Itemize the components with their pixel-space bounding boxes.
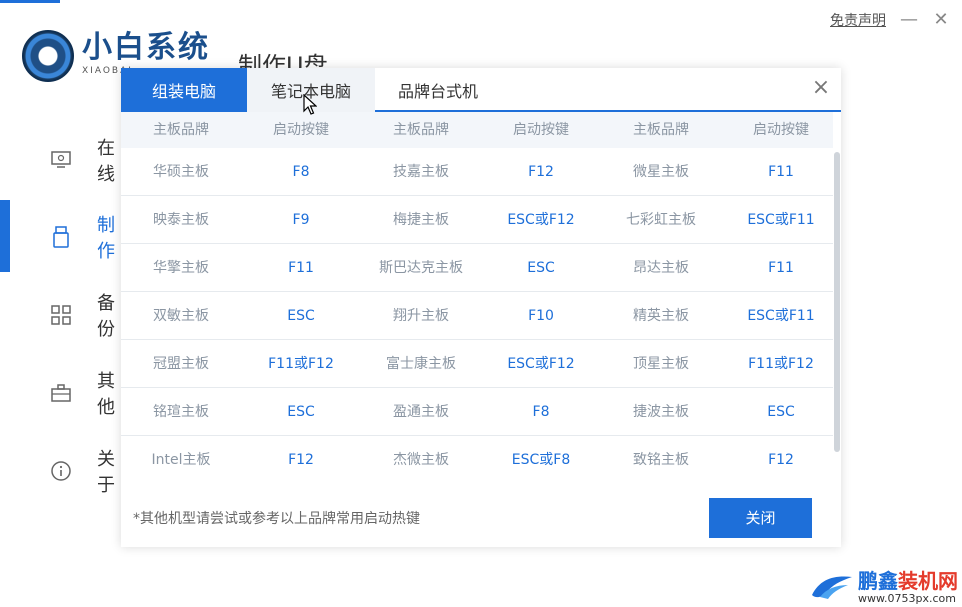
key-cell: ESC xyxy=(767,404,795,420)
brand-cell: 盈通主板 xyxy=(393,404,449,420)
top-accent-bar xyxy=(0,0,60,3)
key-cell: ESC或F11 xyxy=(747,212,815,228)
key-cell: F12 xyxy=(288,452,314,468)
brand-cell: 梅捷主板 xyxy=(393,212,449,228)
table-row: 双敏主板 ESC 翔升主板 F10 精英主板 ESC或F11 xyxy=(121,292,833,340)
brand-cell: 冠盟主板 xyxy=(153,356,209,372)
tab-assembled-pc[interactable]: 组装电脑 xyxy=(121,68,247,112)
key-cell: ESC或F12 xyxy=(507,212,575,228)
brand-cell: 七彩虹主板 xyxy=(626,212,696,228)
brand-cell: 映泰主板 xyxy=(153,212,209,228)
brand-cell: 翔升主板 xyxy=(393,308,449,324)
key-cell: F11 xyxy=(768,164,794,180)
dialog-close-icon[interactable]: × xyxy=(809,76,833,100)
minimize-icon[interactable]: — xyxy=(900,10,918,30)
info-icon xyxy=(50,460,72,482)
key-cell: F12 xyxy=(768,452,794,468)
logo-emblem-icon xyxy=(22,30,74,82)
brand-cell: 华擎主板 xyxy=(153,260,209,276)
sidebar-item-label: 关于 xyxy=(97,449,115,496)
usb-icon xyxy=(50,226,72,248)
close-button[interactable]: 关闭 xyxy=(709,498,812,538)
sidebar-item-label: 备份 xyxy=(97,293,115,340)
brand-cell: 技嘉主板 xyxy=(393,164,449,180)
brand-cell: 顶星主板 xyxy=(633,356,689,372)
sidebar-item-about[interactable]: 关于 xyxy=(0,449,120,496)
window-close-icon[interactable]: ✕ xyxy=(932,10,950,30)
brand-cell: 致铭主板 xyxy=(633,452,689,468)
key-cell: ESC或F12 xyxy=(507,356,575,372)
monitor-icon xyxy=(50,149,72,171)
key-cell: F12 xyxy=(528,164,554,180)
watermark-url: www.0753px.com xyxy=(858,592,956,605)
tab-brand-desktop[interactable]: 品牌台式机 xyxy=(375,68,501,112)
table-row: 冠盟主板 F11或F12 富士康主板 ESC或F12 顶星主板 F11或F12 xyxy=(121,340,833,388)
table-row: 华硕主板 F8 技嘉主板 F12 微星主板 F11 xyxy=(121,148,833,196)
key-cell: F11 xyxy=(288,260,314,276)
brand-cell: 铭瑄主板 xyxy=(153,404,209,420)
brand-cell: 昂达主板 xyxy=(633,260,689,276)
window-controls: 免责声明 — ✕ xyxy=(830,10,950,30)
table-row: Intel主板 F12 杰微主板 ESC或F8 致铭主板 F12 xyxy=(121,436,833,484)
brand-cell: 斯巴达克主板 xyxy=(379,260,463,276)
sidebar-item-backup[interactable]: 备份 xyxy=(0,293,120,340)
table-row: 映泰主板 F9 梅捷主板 ESC或F12 七彩虹主板 ESC或F11 xyxy=(121,196,833,244)
key-cell: ESC xyxy=(527,260,555,276)
key-cell: F9 xyxy=(292,212,310,228)
table-header: 主板品牌 启动按键 主板品牌 启动按键 主板品牌 启动按键 xyxy=(121,112,833,148)
sidebar-item-other[interactable]: 其他 xyxy=(0,371,120,418)
bird-logo-icon xyxy=(812,576,852,599)
sidebar-item-label: 制作 xyxy=(97,215,115,262)
boot-key-dialog: 组装电脑 笔记本电脑 品牌台式机 × 主板品牌 启动按键 主板品牌 启动按键 主… xyxy=(121,68,841,547)
sidebar-item-online[interactable]: 在线 xyxy=(0,138,120,185)
disclaimer-link[interactable]: 免责声明 xyxy=(830,10,886,30)
watermark-name-part1: 鹏鑫 xyxy=(858,569,898,593)
key-cell: F11或F12 xyxy=(748,356,814,372)
brand-cell: 华硕主板 xyxy=(153,164,209,180)
key-cell: ESC或F8 xyxy=(511,452,571,468)
brand-cell: 双敏主板 xyxy=(153,308,209,324)
column-header: 启动按键 xyxy=(513,122,569,138)
sidebar-item-make[interactable]: 制作 xyxy=(0,215,120,262)
brand-cell: 微星主板 xyxy=(633,164,689,180)
brand-cell: 精英主板 xyxy=(633,308,689,324)
key-cell: F11 xyxy=(768,260,794,276)
brand-cell: 杰微主板 xyxy=(393,452,449,468)
logo-title: 小白系统 xyxy=(82,30,210,65)
key-cell: F11或F12 xyxy=(268,356,334,372)
grid-icon xyxy=(50,304,72,326)
column-header: 启动按键 xyxy=(753,122,809,138)
column-header: 主板品牌 xyxy=(393,122,449,138)
toolbox-icon xyxy=(50,382,72,404)
column-header: 主板品牌 xyxy=(633,122,689,138)
tab-bar: 组装电脑 笔记本电脑 品牌台式机 × xyxy=(121,68,841,112)
table-scrollbar[interactable] xyxy=(834,152,840,452)
key-cell: F8 xyxy=(532,404,550,420)
key-cell: ESC或F11 xyxy=(747,308,815,324)
table-row: 铭瑄主板 ESC 盈通主板 F8 捷波主板 ESC xyxy=(121,388,833,436)
footer-note: *其他机型请尝试或参考以上品牌常用启动热键 xyxy=(133,511,420,527)
key-cell: ESC xyxy=(287,404,315,420)
brand-cell: 捷波主板 xyxy=(633,404,689,420)
column-header: 启动按键 xyxy=(273,122,329,138)
column-header: 主板品牌 xyxy=(153,122,209,138)
site-watermark: 鹏鑫装机网 www.0753px.com xyxy=(810,570,958,605)
key-cell: F8 xyxy=(292,164,310,180)
brand-cell: 富士康主板 xyxy=(386,356,456,372)
brand-cell: Intel主板 xyxy=(151,452,211,468)
watermark-name-part2: 装机网 xyxy=(898,569,958,593)
key-cell: F10 xyxy=(528,308,554,324)
sidebar-item-label: 其他 xyxy=(97,371,115,418)
key-cell: ESC xyxy=(287,308,315,324)
sidebar-item-label: 在线 xyxy=(97,138,115,185)
table-row: 华擎主板 F11 斯巴达克主板 ESC 昂达主板 F11 xyxy=(121,244,833,292)
mouse-cursor-icon xyxy=(303,94,317,115)
